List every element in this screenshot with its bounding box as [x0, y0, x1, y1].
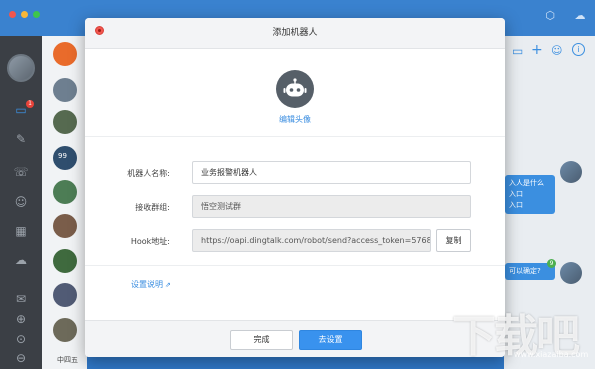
- conversation-avatar[interactable]: [53, 214, 77, 238]
- robot-icon: [283, 78, 307, 97]
- divider: [85, 265, 505, 266]
- pin-icon[interactable]: ✎: [13, 131, 29, 147]
- folder-icon[interactable]: ▭: [512, 44, 523, 58]
- external-link-icon: ⇗: [165, 281, 171, 289]
- conversation-avatar[interactable]: [53, 249, 77, 273]
- done-button[interactable]: 完成: [230, 330, 293, 350]
- copy-button[interactable]: 复制: [436, 229, 471, 252]
- window-maximize-dot[interactable]: [33, 11, 40, 18]
- messages-badge: 1: [26, 100, 34, 108]
- chat-avatar[interactable]: [560, 262, 582, 284]
- divider: [85, 136, 505, 137]
- mail-icon[interactable]: ✉: [13, 291, 29, 307]
- phone-icon[interactable]: ☏: [13, 164, 29, 180]
- conversation-bottom-text: 中四五: [57, 356, 78, 364]
- watermark-url: www.xiazaiba.com: [514, 350, 589, 359]
- user-avatar[interactable]: [7, 54, 35, 82]
- settings-help-label: 设置说明: [131, 280, 163, 289]
- plus-icon[interactable]: +: [531, 42, 543, 58]
- go-settings-button[interactable]: 去设置: [299, 330, 362, 350]
- contacts-icon[interactable]: ☺: [13, 194, 29, 210]
- settings-icon[interactable]: ⊖: [13, 350, 29, 366]
- window-close-dot[interactable]: [9, 11, 16, 18]
- conversation-badge: 99: [58, 152, 67, 160]
- conversation-avatar[interactable]: [53, 42, 77, 66]
- site-watermark: 下载吧 www.xiazaiba.com: [452, 300, 595, 369]
- edit-avatar-link[interactable]: 编辑头像: [245, 114, 345, 125]
- dialog-header: 添加机器人: [85, 18, 505, 49]
- info-icon[interactable]: i: [572, 43, 585, 56]
- conversation-avatar[interactable]: [53, 180, 77, 204]
- hook-address-label: Hook地址:: [130, 237, 170, 246]
- robot-name-label: 机器人名称:: [127, 169, 170, 178]
- chat-message-line: 入口: [509, 190, 523, 198]
- chat-message-bubble: 入人是什么 入口 入口: [505, 175, 555, 214]
- settings-help-link[interactable]: 设置说明 ⇗: [131, 279, 171, 290]
- receive-group-label: 接收群组:: [135, 203, 170, 212]
- chat-avatar[interactable]: [560, 161, 582, 183]
- more-icon[interactable]: ⊙: [13, 331, 29, 347]
- apps-grid-icon[interactable]: ▦: [13, 223, 29, 239]
- receive-group-field: 悟空测试群: [192, 195, 471, 218]
- hook-address-field[interactable]: https://oapi.dingtalk.com/robot/send?acc…: [192, 229, 431, 252]
- chat-message-line: 入人是什么: [509, 179, 544, 187]
- cloud-drive-icon[interactable]: ☁: [13, 252, 29, 268]
- cube-icon[interactable]: ⬡: [543, 9, 557, 23]
- window-minimize-dot[interactable]: [21, 11, 28, 18]
- conversation-avatar[interactable]: [53, 318, 77, 342]
- dialog-title: 添加机器人: [272, 28, 318, 38]
- dialog-footer: 完成 去设置: [85, 320, 505, 357]
- add-robot-dialog: 添加机器人 编辑头像 机器人名称: 业务报警机器人 接收群组: 悟空测试群 Ho…: [85, 18, 505, 357]
- cloud-icon[interactable]: ☁: [573, 9, 587, 23]
- close-icon[interactable]: [95, 26, 104, 35]
- conversation-avatar[interactable]: [53, 110, 77, 134]
- robot-name-input[interactable]: 业务报警机器人: [192, 161, 471, 184]
- group-icon[interactable]: ☺: [551, 44, 562, 57]
- robot-avatar-icon[interactable]: [276, 70, 314, 108]
- chat-unread-badge: 9: [547, 259, 556, 268]
- conversation-avatar[interactable]: [53, 283, 77, 307]
- add-icon[interactable]: ⊕: [13, 311, 29, 327]
- chat-message-text: 可以确定?: [509, 267, 541, 275]
- conversation-avatar[interactable]: [53, 78, 77, 102]
- chat-message-line: 入口: [509, 201, 523, 209]
